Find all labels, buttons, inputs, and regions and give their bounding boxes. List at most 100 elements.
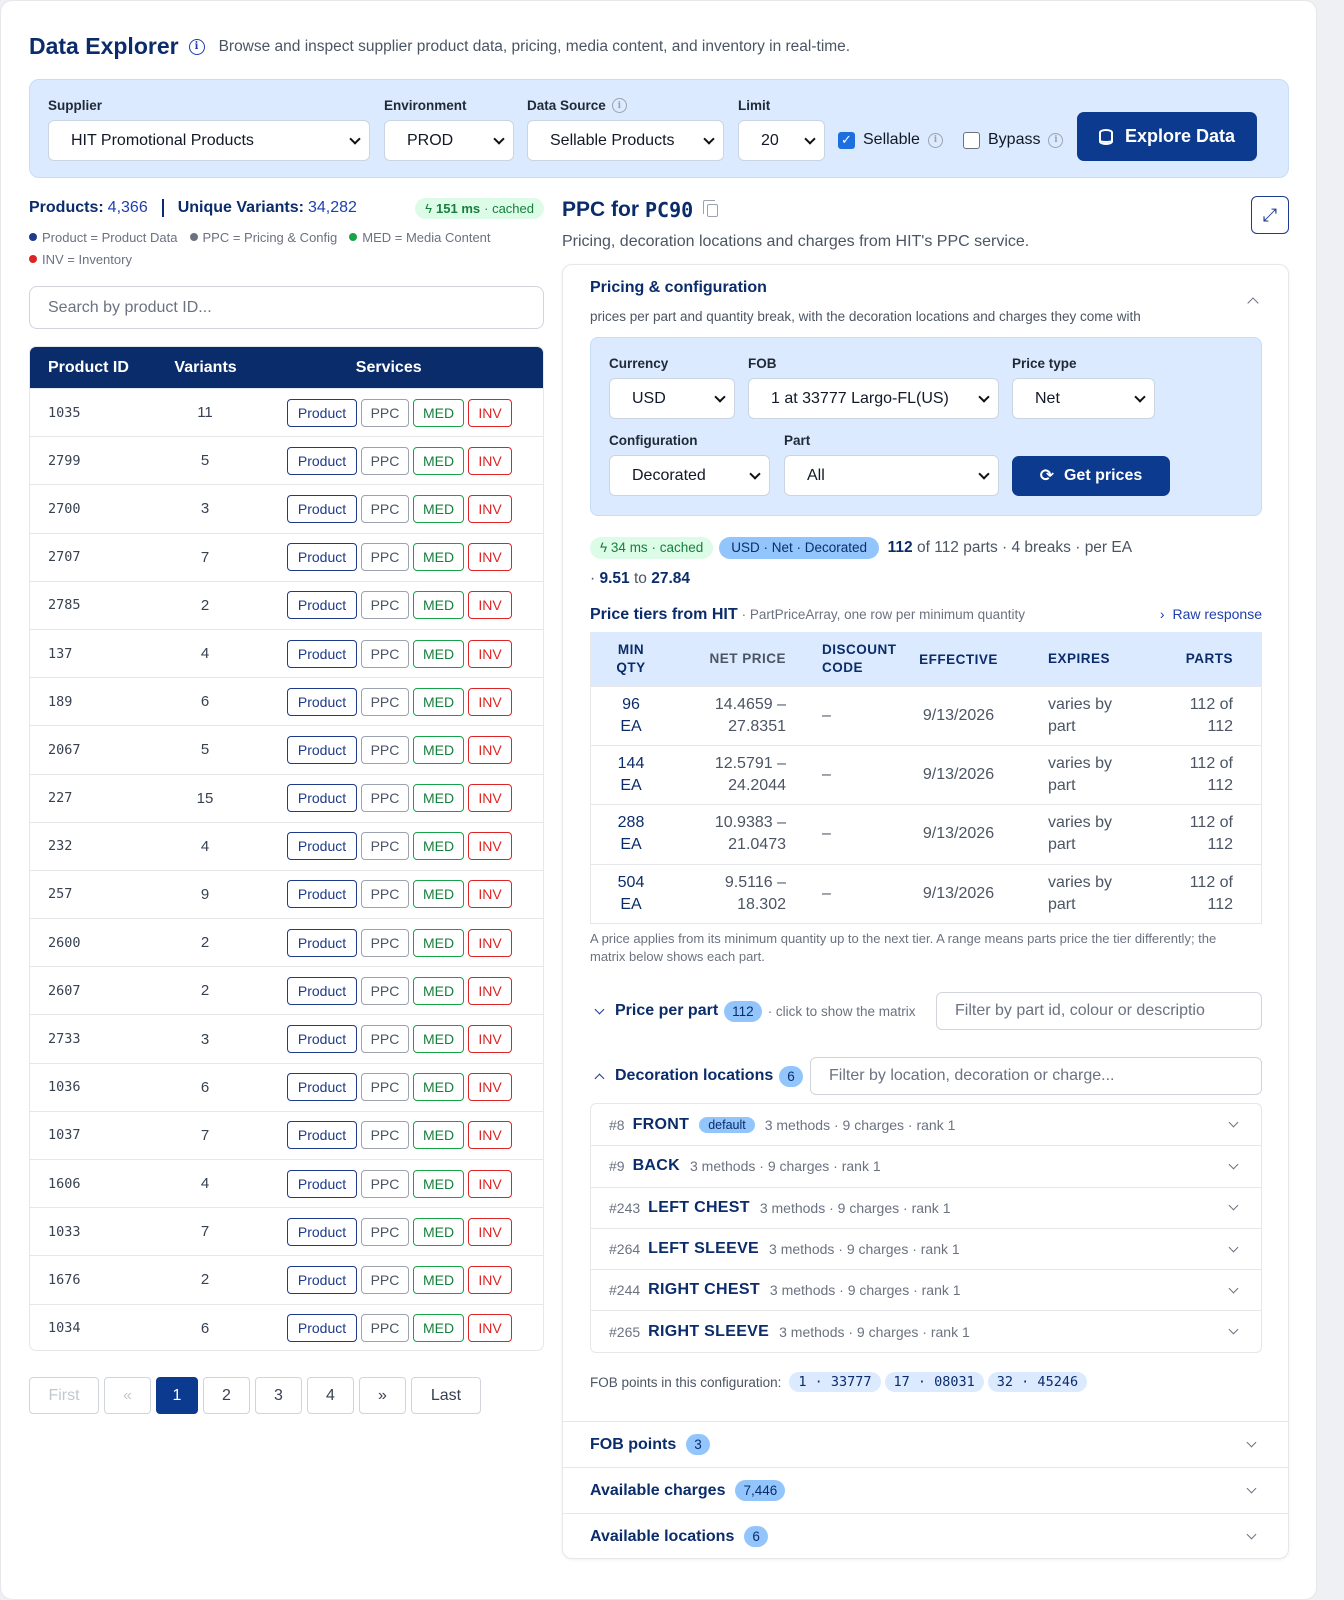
product-service-button[interactable]: Product: [287, 639, 357, 668]
ppc-service-button[interactable]: PPC: [361, 1073, 409, 1102]
chevron-up-icon[interactable]: [594, 1073, 605, 1083]
product-service-button[interactable]: Product: [287, 494, 357, 523]
table-row[interactable]: 2707 7 Product PPC MED INV: [30, 532, 543, 581]
product-service-button[interactable]: Product: [287, 1169, 357, 1198]
product-service-button[interactable]: Product: [287, 1073, 357, 1102]
inv-service-button[interactable]: INV: [468, 1265, 512, 1294]
decoration-location-row[interactable]: #8 FRONT default 3 methods · 9 charges · ra…: [591, 1104, 1261, 1145]
ppc-service-button[interactable]: PPC: [361, 591, 409, 620]
inv-service-button[interactable]: INV: [468, 976, 512, 1005]
product-service-button[interactable]: Product: [287, 976, 357, 1005]
fob-select[interactable]: 1 at 33777 Largo-FL(US): [748, 378, 999, 419]
med-service-button[interactable]: MED: [413, 1121, 464, 1150]
ppc-service-button[interactable]: PPC: [361, 832, 409, 861]
product-service-button[interactable]: Product: [287, 1217, 357, 1246]
med-service-button[interactable]: MED: [413, 494, 464, 523]
page-3-button[interactable]: 3: [255, 1377, 302, 1414]
med-service-button[interactable]: MED: [413, 1265, 464, 1294]
ppc-service-button[interactable]: PPC: [361, 687, 409, 716]
expand-icon[interactable]: ⤢: [1251, 196, 1289, 234]
product-service-button[interactable]: Product: [287, 928, 357, 957]
sellable-checkbox[interactable]: ✓ Sellable i: [838, 131, 943, 149]
bypass-checkbox[interactable]: Bypass i: [963, 131, 1064, 149]
ppc-service-button[interactable]: PPC: [361, 1217, 409, 1246]
decoration-location-row[interactable]: #243 LEFT CHEST 3 methods · 9 charges · ra…: [591, 1186, 1261, 1228]
decoration-location-row[interactable]: #264 LEFT SLEEVE 3 methods · 9 charges · r…: [591, 1227, 1261, 1269]
inv-service-button[interactable]: INV: [468, 1121, 512, 1150]
get-prices-button[interactable]: ⟳ Get prices: [1012, 456, 1170, 496]
ppc-service-button[interactable]: PPC: [361, 398, 409, 427]
med-service-button[interactable]: MED: [413, 735, 464, 764]
ppc-service-button[interactable]: PPC: [361, 784, 409, 813]
ppc-service-button[interactable]: PPC: [361, 1025, 409, 1054]
inv-service-button[interactable]: INV: [468, 446, 512, 475]
ppc-service-button[interactable]: PPC: [361, 928, 409, 957]
table-row[interactable]: 2785 2 Product PPC MED INV: [30, 580, 543, 629]
ppc-service-button[interactable]: PPC: [361, 1121, 409, 1150]
fob-points-accordion[interactable]: FOB points 3: [563, 1421, 1288, 1467]
decoration-locations-toggle[interactable]: Decoration locations: [615, 1067, 773, 1085]
table-row[interactable]: 1033 7 Product PPC MED INV: [30, 1207, 543, 1255]
page-2-button[interactable]: 2: [203, 1377, 250, 1414]
inv-service-button[interactable]: INV: [468, 832, 512, 861]
datasource-select[interactable]: Sellable Products: [527, 120, 724, 161]
table-row[interactable]: 2799 5 Product PPC MED INV: [30, 436, 543, 484]
ppc-service-button[interactable]: PPC: [361, 494, 409, 523]
med-service-button[interactable]: MED: [413, 591, 464, 620]
med-service-button[interactable]: MED: [413, 928, 464, 957]
copy-icon[interactable]: [703, 199, 719, 217]
product-search-input[interactable]: Search by product ID...: [29, 286, 544, 329]
inv-service-button[interactable]: INV: [468, 1217, 512, 1246]
info-icon[interactable]: i: [1048, 132, 1064, 148]
inv-service-button[interactable]: INV: [468, 1169, 512, 1198]
med-service-button[interactable]: MED: [413, 687, 464, 716]
col-product-id[interactable]: Product ID: [30, 359, 174, 377]
med-service-button[interactable]: MED: [413, 1025, 464, 1054]
page-next-button[interactable]: »: [359, 1377, 406, 1414]
table-row[interactable]: 2607 2 Product PPC MED INV: [30, 966, 543, 1014]
product-service-button[interactable]: Product: [287, 1265, 357, 1294]
supplier-select[interactable]: HIT Promotional Products: [48, 120, 370, 161]
inv-service-button[interactable]: INV: [468, 1025, 512, 1054]
product-service-button[interactable]: Product: [287, 1121, 357, 1150]
page-4-button[interactable]: 4: [307, 1377, 354, 1414]
inv-service-button[interactable]: INV: [468, 398, 512, 427]
table-row[interactable]: 257 9 Product PPC MED INV: [30, 869, 543, 918]
available-charges-accordion[interactable]: Available charges 7,446: [563, 1467, 1288, 1513]
page-prev-button[interactable]: «: [104, 1377, 151, 1414]
table-row[interactable]: 189 6 Product PPC MED INV: [30, 677, 543, 725]
table-row[interactable]: 2733 3 Product PPC MED INV: [30, 1014, 543, 1062]
inv-service-button[interactable]: INV: [468, 494, 512, 523]
med-service-button[interactable]: MED: [413, 976, 464, 1005]
product-service-button[interactable]: Product: [287, 1025, 357, 1054]
ppc-service-button[interactable]: PPC: [361, 1169, 409, 1198]
product-service-button[interactable]: Product: [287, 687, 357, 716]
ppc-service-button[interactable]: PPC: [361, 639, 409, 668]
col-variants[interactable]: Variants: [174, 359, 236, 377]
chevron-up-icon[interactable]: [1247, 297, 1259, 309]
med-service-button[interactable]: MED: [413, 639, 464, 668]
med-service-button[interactable]: MED: [413, 1217, 464, 1246]
table-row[interactable]: 1035 11 Product PPC MED INV: [30, 388, 543, 436]
ppc-service-button[interactable]: PPC: [361, 446, 409, 475]
product-service-button[interactable]: Product: [287, 832, 357, 861]
ppc-service-button[interactable]: PPC: [361, 1265, 409, 1294]
inv-service-button[interactable]: INV: [468, 591, 512, 620]
table-row[interactable]: 137 4 Product PPC MED INV: [30, 628, 543, 677]
med-service-button[interactable]: MED: [413, 832, 464, 861]
table-row[interactable]: 227 15 Product PPC MED INV: [30, 773, 543, 822]
med-service-button[interactable]: MED: [413, 784, 464, 813]
product-service-button[interactable]: Product: [287, 446, 357, 475]
ppc-service-button[interactable]: PPC: [361, 880, 409, 909]
page-1-button[interactable]: 1: [156, 1377, 198, 1414]
part-select[interactable]: All: [784, 455, 999, 496]
inv-service-button[interactable]: INV: [468, 928, 512, 957]
med-service-button[interactable]: MED: [413, 398, 464, 427]
table-row[interactable]: 1036 6 Product PPC MED INV: [30, 1062, 543, 1111]
table-row[interactable]: 1037 7 Product PPC MED INV: [30, 1110, 543, 1159]
med-service-button[interactable]: MED: [413, 880, 464, 909]
product-service-button[interactable]: Product: [287, 543, 357, 572]
currency-select[interactable]: USD: [609, 378, 735, 419]
product-service-button[interactable]: Product: [287, 735, 357, 764]
page-last-button[interactable]: Last: [411, 1377, 481, 1414]
